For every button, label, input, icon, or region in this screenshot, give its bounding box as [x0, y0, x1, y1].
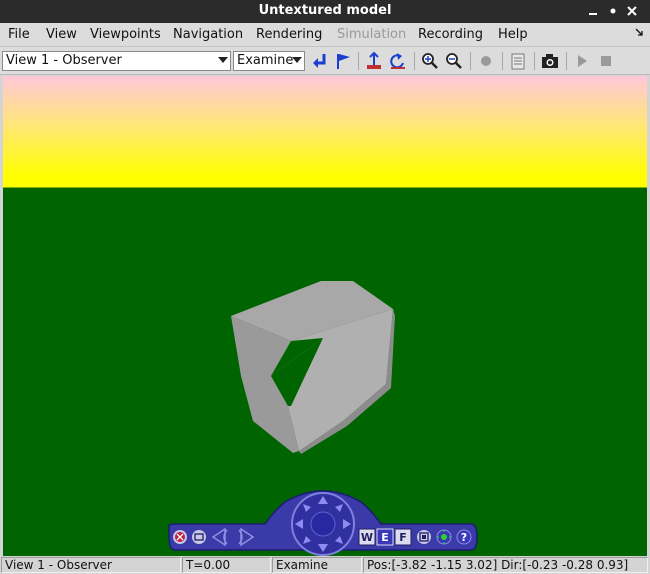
status-bar: View 1 - Observer T=0.00 Examine Pos:[-3…	[0, 556, 650, 574]
menu-bar: File View Viewpoints Navigation Renderin…	[0, 23, 650, 47]
close-icon	[627, 6, 637, 16]
help-label: ?	[461, 531, 467, 544]
menu-view[interactable]: View	[46, 27, 77, 42]
undo-view-icon[interactable]	[388, 51, 408, 71]
camera-icon[interactable]	[540, 51, 560, 71]
notes-icon[interactable]	[508, 51, 528, 71]
examine-icon[interactable]: E	[376, 528, 394, 546]
fly-label: F	[399, 531, 407, 544]
toolbar-separator	[502, 52, 503, 70]
play-icon	[578, 55, 587, 67]
menu-viewpoints[interactable]: Viewpoints	[90, 27, 161, 42]
menu-recording[interactable]: Recording	[418, 27, 483, 42]
status-mode: Examine	[272, 557, 362, 573]
zoom-in-icon[interactable]	[420, 51, 440, 71]
title-bar: Untextured model	[0, 0, 650, 23]
status-position: Pos:[-3.82 -1.15 3.02] Dir:[-0.23 -0.28 …	[363, 557, 648, 573]
toolbar-separator	[470, 52, 471, 70]
examine-label: E	[381, 531, 389, 544]
close-icon[interactable]	[173, 530, 187, 544]
menu-overflow-icon[interactable]	[634, 26, 644, 41]
menu-rendering[interactable]: Rendering	[256, 27, 322, 42]
close-window-button[interactable]	[626, 5, 638, 17]
scene-canvas	[231, 281, 395, 454]
view-select[interactable]: View 1 - Observer	[2, 51, 231, 71]
toolbar-separator	[534, 52, 535, 70]
toolbar-separator	[566, 52, 567, 70]
minimize-icon	[589, 13, 597, 15]
mode-select[interactable]: Examine	[233, 51, 305, 71]
straighten-icon[interactable]	[364, 51, 384, 71]
menu-navigation[interactable]: Navigation	[173, 27, 243, 42]
walk-label: W	[361, 531, 373, 544]
window-title: Untextured model	[258, 3, 392, 18]
mode-select-value: Examine	[237, 53, 294, 68]
toolbar: View 1 - Observer Examine	[0, 47, 650, 75]
status-time: T=0.00	[182, 557, 271, 573]
chevron-down-icon	[218, 57, 228, 63]
view-select-value: View 1 - Observer	[6, 53, 122, 68]
record-icon	[481, 56, 491, 66]
flag-icon[interactable]	[333, 51, 353, 71]
toolbar-separator	[358, 52, 359, 70]
restore-icon[interactable]	[192, 530, 206, 544]
zoom-out-icon[interactable]	[444, 51, 464, 71]
menu-file[interactable]: File	[8, 27, 30, 42]
stop-icon	[601, 56, 611, 66]
status-view: View 1 - Observer	[1, 557, 181, 573]
3d-viewport[interactable]	[3, 76, 647, 556]
navigation-bar: W E F ?	[165, 488, 481, 556]
fit-icon[interactable]	[417, 530, 431, 544]
menu-help[interactable]: Help	[498, 27, 528, 42]
fly-icon[interactable]: F	[394, 528, 412, 546]
walk-icon[interactable]: W	[358, 528, 376, 546]
chevron-down-icon	[292, 57, 302, 63]
minimize-button[interactable]	[587, 5, 599, 17]
maximize-button[interactable]	[607, 5, 619, 17]
menu-simulation: Simulation	[337, 27, 407, 42]
return-icon[interactable]	[310, 51, 330, 71]
light-icon[interactable]	[436, 529, 452, 545]
help-icon[interactable]: ?	[456, 529, 472, 545]
toolbar-separator	[414, 52, 415, 70]
maximize-icon	[610, 8, 616, 14]
